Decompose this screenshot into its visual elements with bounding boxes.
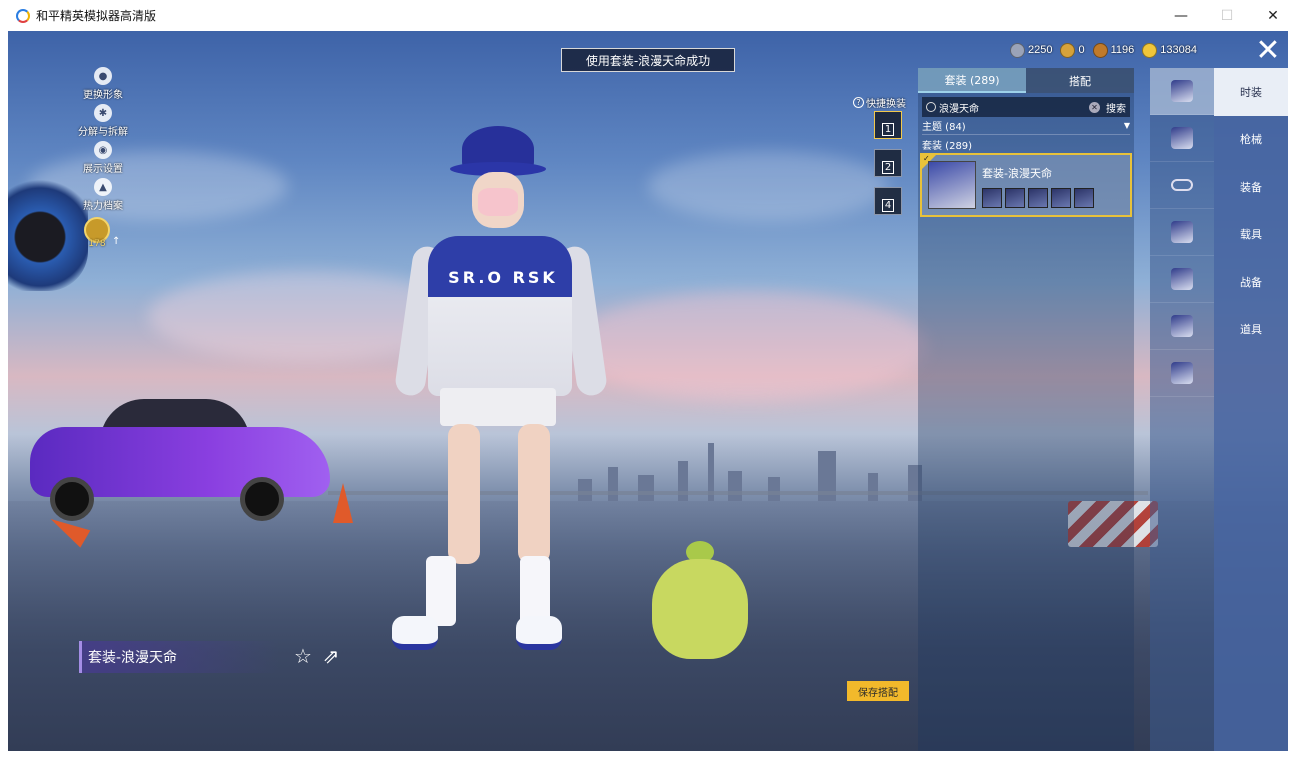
change-appearance-button[interactable]: ● 更换形象 [68,67,138,104]
vehicle-model[interactable] [30,399,330,521]
success-toast: 使用套装-浪漫天命成功 [561,48,735,72]
silver-coin-icon [1010,42,1025,58]
yellow-coin-icon [1142,42,1158,58]
glasses-icon[interactable] [1150,162,1214,209]
weapon-skin-icon[interactable] [1150,209,1214,256]
suit-part-thumbnail[interactable] [1074,188,1094,208]
search-button[interactable]: 搜索 [1106,100,1126,115]
category-vehicles[interactable]: 载具 [1214,211,1288,259]
gear-icon: ✱ [94,104,112,122]
currency-bronze[interactable]: 1196 [1092,42,1134,58]
suits-section-title: 套装 (289) [922,140,973,152]
search-input[interactable] [939,101,1089,113]
currency-bar: 2250 0 1196 133084 [1010,39,1197,61]
eye-icon: ◉ [94,141,112,159]
display-settings-button[interactable]: ◉ 展示设置 [68,141,138,178]
clear-icon[interactable]: ✕ [1089,101,1100,113]
cloud [568,291,928,401]
traffic-cone [333,483,353,523]
shirt-print: SR.O RSK [448,268,558,287]
decompose-button[interactable]: ✱ 分解与拆解 [68,104,138,141]
gold-coin-icon [1060,42,1076,58]
level-number: 178 [88,239,106,249]
search-bar: ✕ 搜索 [922,97,1130,117]
category-combat-prep[interactable]: 战备 [1214,258,1288,306]
outfit-icon[interactable] [1150,68,1214,115]
category-weapons[interactable]: 枪械 [1214,116,1288,164]
maximize-button[interactable]: ☐ [1204,0,1250,31]
item-list-panel: 套装 (289) 搭配 ✕ 搜索 主题 (84) ▼ 套装 (289) ✓ 套装… [918,68,1134,751]
tab-combos[interactable]: 搭配 [1026,68,1134,93]
title-bar: 和平精英模拟器高清版 — ☐ ✕ [0,0,1296,31]
search-icon [926,102,936,112]
outfit-name: 套装-浪漫天命 [79,641,279,673]
quick-slot-1[interactable]: 1 [874,111,902,139]
quick-slot-4[interactable]: 4 [874,187,902,215]
close-window-button[interactable]: ✕ [1250,0,1296,31]
category-fashion[interactable]: 时装 [1214,68,1288,116]
suit-part-thumbnail[interactable] [1028,188,1048,208]
window-controls: — ☐ ✕ [1158,0,1296,31]
currency-gold[interactable]: 0 [1060,42,1085,58]
flame-icon: ▲ [94,178,112,196]
vehicle-icon[interactable] [1150,256,1214,303]
player-character[interactable]: SR.O RSK [388,126,609,656]
suit-part-thumbnail[interactable] [982,188,1002,208]
panel-tabs: 套装 (289) 搭配 [918,68,1134,93]
share-icon[interactable]: ⇗ [320,645,342,667]
tab-suits[interactable]: 套装 (289) [918,68,1026,93]
app-window: 和平精英模拟器高清版 — ☐ ✕ SR.O RSK 使用套装-浪漫天命成功 22… [0,0,1296,759]
category-nav: 时装 枪械 装备 载具 战备 道具 [1214,68,1288,751]
suit-parts [982,188,1094,208]
app-logo-icon [16,8,30,23]
suit-card[interactable]: ✓ 套装-浪漫天命 [920,153,1132,217]
category-items[interactable]: 道具 [1214,306,1288,354]
pet-companion[interactable] [652,541,748,661]
minimize-button[interactable]: — [1158,0,1204,31]
level-up-arrow-icon: ↑ [112,236,121,247]
cloud [648,151,888,221]
suit-part-thumbnail[interactable] [1051,188,1071,208]
favorite-icon[interactable]: ☆ [292,645,314,667]
gun-icon[interactable] [1150,350,1214,397]
chevron-down-icon: ▼ [1123,121,1130,130]
subcategory-icons [1150,68,1214,751]
currency-yellow[interactable]: 133084 [1142,42,1197,58]
heat-profile-button[interactable]: ▲ 热力档案 [68,178,138,215]
save-outfit-button[interactable]: 保存搭配 [847,681,909,701]
currency-silver[interactable]: 2250 [1010,42,1052,58]
help-icon: ? [853,97,864,108]
quick-switch-label[interactable]: ? 快捷换装 [853,95,906,110]
suit-part-thumbnail[interactable] [1005,188,1025,208]
close-icon[interactable]: ✕ [1252,36,1284,68]
suit-card-name: 套装-浪漫天命 [982,167,1052,180]
left-menu: ● 更换形象 ✱ 分解与拆解 ◉ 展示设置 ▲ 热力档案 [68,67,138,215]
game-viewport: SR.O RSK 使用套装-浪漫天命成功 2250 0 1196 133084 … [8,31,1288,751]
parachute-icon[interactable] [1150,303,1214,350]
hat-icon[interactable] [1150,115,1214,162]
window-title: 和平精英模拟器高清版 [36,9,157,23]
category-equipment[interactable]: 装备 [1214,163,1288,211]
suit-thumbnail [928,161,976,209]
quick-slot-2[interactable]: 2 [874,149,902,177]
theme-dropdown[interactable]: 主题 (84) ▼ [922,117,1130,135]
bronze-coin-icon [1092,42,1108,58]
person-icon: ● [94,67,112,85]
